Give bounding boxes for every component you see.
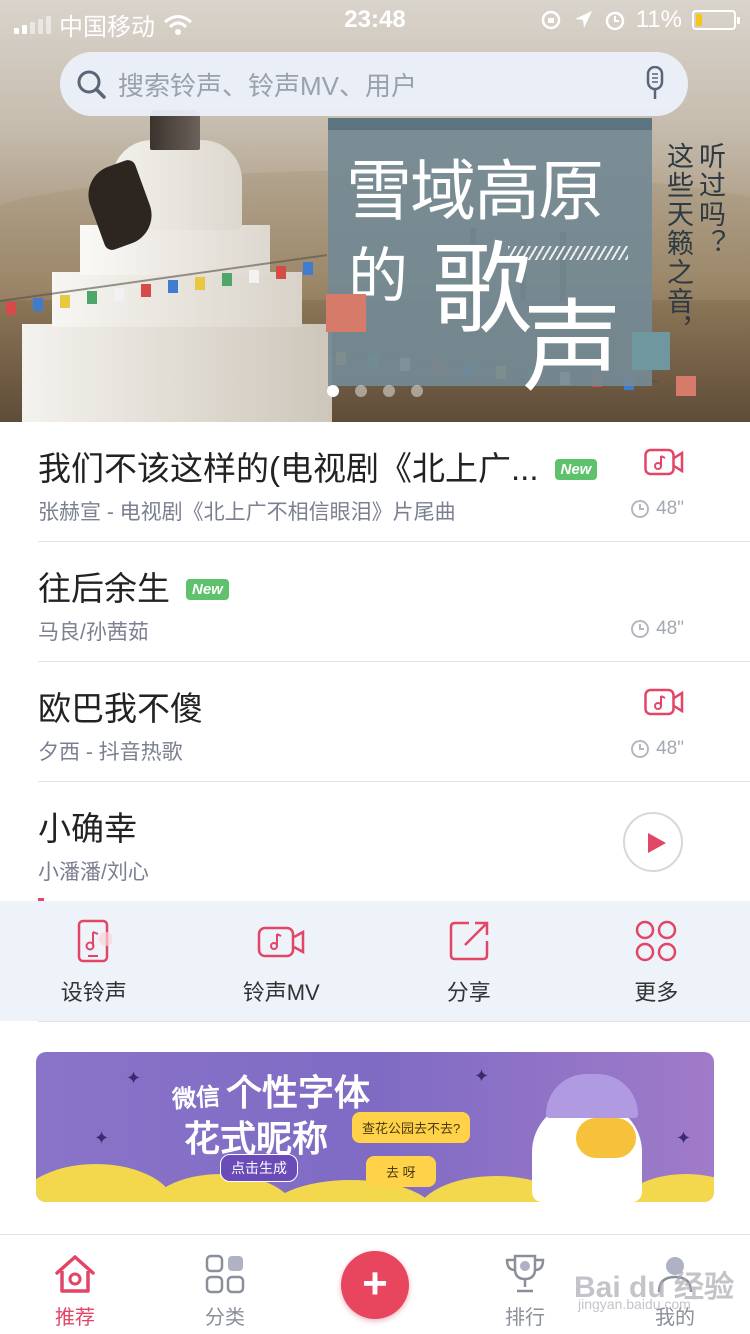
sparkle-icon: ✦ [126, 1068, 142, 1088]
carousel-dots[interactable] [0, 385, 750, 397]
carousel-dot[interactable] [327, 385, 339, 397]
prayer-flag [249, 269, 259, 283]
clock-icon [631, 620, 650, 638]
alarm-icon [605, 11, 624, 31]
song-duration: 48" [630, 498, 684, 520]
banner-side-text-2: 这些天籁之音， [662, 142, 693, 345]
banner-title-card: 雪域高原 的 歌 声 [328, 118, 652, 406]
promo-banner[interactable]: ✦ ✦ ✦ ✦ 微信 个性字体 花式昵称 点击生成 查花公园去不去? 去 呀 [36, 1052, 714, 1202]
prayer-flag [87, 291, 97, 305]
song-subtitle: 张赫宣 - 电视剧《北上广不相信眼泪》片尾曲 [38, 501, 456, 524]
new-badge: New [186, 579, 229, 600]
song-list: 我们不该这样的(电视剧《北上广... New 张赫宣 - 电视剧《北上广不相信眼泪… [0, 422, 750, 884]
song-action-bar: 设铃声 铃声MV 分享 更多 [0, 901, 750, 1021]
prayer-flag [6, 302, 16, 315]
song-duration: 48" [630, 618, 684, 640]
sparkle-icon: ✦ [474, 1066, 490, 1086]
search-input[interactable]: 搜索铃声、铃声MV、用户 [118, 66, 644, 103]
song-title: 往后余生 New [38, 562, 229, 610]
share-icon [449, 921, 488, 961]
song-subtitle: 小潘潘/刘心 [38, 861, 149, 884]
carousel-dot[interactable] [383, 385, 395, 397]
promo-wechat-text: 微信 [171, 1083, 222, 1114]
video-camera-icon [258, 926, 305, 958]
share-button[interactable]: 分享 [375, 901, 563, 1021]
microphone-icon[interactable] [644, 66, 666, 102]
prayer-flag [60, 294, 70, 308]
new-badge: New [554, 459, 598, 480]
divider [38, 1021, 750, 1022]
song-row[interactable]: 欧巴我不傻 夕西 - 抖音热歌 48" [38, 662, 750, 782]
song-row-active[interactable]: 小确幸 小潘潘/刘心 [38, 782, 750, 884]
status-bar: 中国移动 23:48 11% [0, 0, 750, 41]
set-ringtone-button[interactable]: 设铃声 [0, 901, 188, 1021]
rotation-lock-icon [541, 10, 560, 30]
music-video-icon[interactable] [644, 448, 684, 476]
promo-generate-button[interactable]: 点击生成 [220, 1154, 298, 1182]
banner-title-ge: 歌 [432, 231, 532, 348]
prayer-flag [33, 298, 43, 312]
song-title: 小确幸 [38, 810, 137, 847]
sparkle-icon: ✦ [676, 1128, 692, 1148]
prayer-flag [222, 273, 232, 287]
prayer-flag [303, 262, 313, 276]
song-title: 我们不该这样的(电视剧《北上广... New [38, 442, 598, 490]
phone-ringtone-icon [77, 919, 112, 963]
play-button[interactable] [623, 812, 683, 872]
prayer-flag [114, 287, 124, 301]
clock-icon [631, 740, 650, 758]
more-button[interactable]: 更多 [563, 901, 750, 1021]
watermark-url: jingyan.baidu.com [578, 1296, 691, 1312]
sparkle-icon: ✦ [94, 1128, 110, 1148]
prayer-flag [276, 266, 286, 279]
tab-recommend[interactable]: 推荐 [0, 1235, 150, 1334]
song-duration: 48" [630, 738, 684, 760]
tab-add[interactable]: + [300, 1235, 450, 1334]
promo-bubble: 查花公园去不去? [352, 1112, 471, 1143]
ringtone-mv-button[interactable]: 铃声MV [188, 901, 376, 1021]
song-subtitle: 马良/孙茜茹 [38, 621, 149, 644]
search-icon [77, 70, 106, 99]
category-grid-icon [205, 1254, 245, 1294]
more-grid-icon [636, 920, 677, 962]
promo-line1: 个性字体 [226, 1072, 371, 1113]
decor-square [326, 294, 366, 332]
banner-side-text-1: 听过吗？ [694, 142, 725, 258]
location-icon [574, 11, 592, 28]
battery-percent: 11% [635, 6, 682, 33]
duck-beak [576, 1118, 636, 1158]
trophy-icon [505, 1254, 545, 1293]
hero-banner[interactable]: 雪域高原 的 歌 声 听过吗？ 这些天籁之音， 中国移动 23:48 11% 搜… [0, 0, 750, 422]
search-bar[interactable]: 搜索铃声、铃声MV、用户 [60, 52, 688, 116]
home-icon [55, 1255, 95, 1293]
clock-icon [631, 500, 650, 518]
prayer-flag [168, 280, 178, 294]
promo-bubble: 去 呀 [366, 1156, 436, 1187]
song-subtitle: 夕西 - 抖音热歌 [38, 741, 183, 764]
battery-icon [692, 10, 740, 30]
carousel-dot[interactable] [355, 385, 367, 397]
music-video-icon[interactable] [644, 688, 684, 716]
song-row[interactable]: 我们不该这样的(电视剧《北上广... New 张赫宣 - 电视剧《北上广不相信眼泪… [38, 422, 750, 542]
prayer-flag [141, 284, 151, 297]
song-title: 欧巴我不傻 [38, 690, 203, 727]
tab-category[interactable]: 分类 [150, 1235, 300, 1334]
song-row[interactable]: 往后余生 New 马良/孙茜茹 48" [38, 542, 750, 662]
carousel-dot[interactable] [411, 385, 423, 397]
prayer-flag [195, 276, 205, 290]
duck-cap [546, 1074, 638, 1118]
plus-icon: + [341, 1251, 409, 1319]
